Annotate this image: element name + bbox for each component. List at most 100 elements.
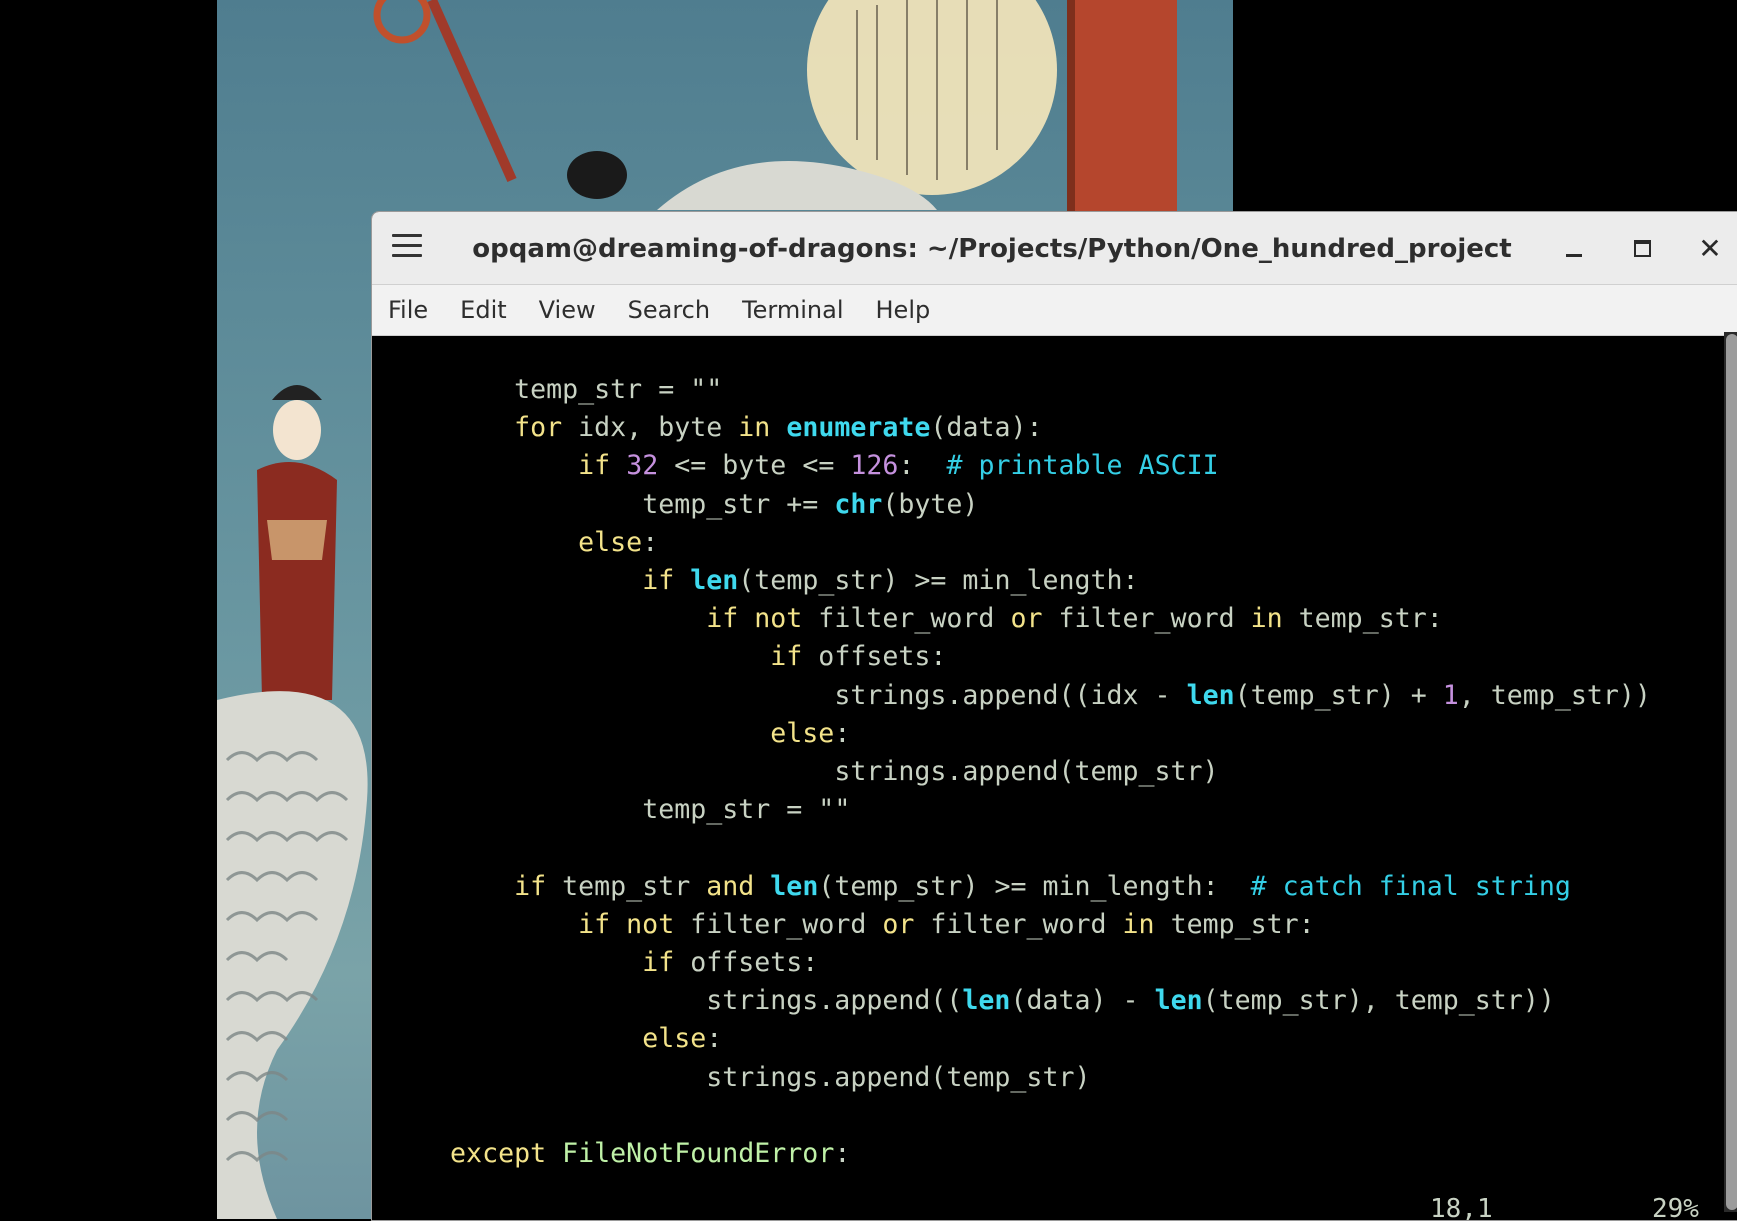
scrollbar[interactable] [1724,332,1737,1212]
code-token: strings.append(temp_str) [706,1061,1091,1093]
code-token: temp_str: [1282,603,1443,635]
code-token: except [450,1138,547,1169]
title-bar[interactable]: opqam@dreaming-of-dragons: ~/Projects/Py… [372,212,1737,285]
code-line: else: [386,1020,722,1058]
code-token: or [1010,603,1043,635]
code-line: else: [386,524,658,562]
code-token: (temp_str) + [1234,679,1443,711]
code-token: else [642,1023,707,1055]
code-line: strings.append((len(data) - len(temp_str… [386,982,1555,1020]
menu-search[interactable]: Search [628,296,710,324]
code-token: : [834,1138,851,1169]
code-line: if temp_str and len(temp_str) >= min_len… [386,868,1571,906]
code-token: len [1154,985,1203,1017]
code-token: else [770,717,835,749]
code-token: strings.append((idx - [834,679,1187,711]
code-token: in [1122,908,1155,940]
code-line: strings.append(temp_str) [386,1059,1090,1097]
code-token: else [578,526,643,558]
code-token: (temp_str), temp_str)) [1202,985,1555,1017]
menu-terminal[interactable]: Terminal [742,296,843,324]
code-line: temp_str += chr(byte) [386,486,978,524]
code-token: filter_word [1042,603,1251,635]
code-token: 1 [1442,679,1459,711]
code-token: len [1186,679,1235,711]
code-token: : [642,526,659,558]
code-token: temp_str = "" [642,794,851,826]
scroll-percent: 29% [1652,1194,1699,1221]
code-line: if offsets: [386,638,946,676]
maximize-icon [1633,239,1651,257]
close-button[interactable]: ✕ [1694,231,1726,265]
code-line: temp_str = "" [386,791,850,829]
code-token: for [514,412,563,444]
code-token: if [642,565,675,596]
code-line: strings.append((idx - len(temp_str) + 1,… [386,677,1651,715]
code-line: except FileNotFoundError: [386,1135,850,1173]
menu-help[interactable]: Help [876,296,931,324]
code-token: # catch final string [1250,870,1571,902]
code-token: FileNotFoundError [562,1138,835,1169]
minimize-button[interactable] [1558,232,1590,264]
code-token: temp_str [546,870,707,902]
code-token: : [834,717,851,749]
code-token: # printable ASCII [946,450,1219,482]
code-token: temp_str: [1154,908,1315,940]
menu-edit[interactable]: Edit [460,296,506,324]
code-token: : [706,1023,723,1055]
code-token: (temp_str) >= min_length: [738,565,1139,596]
code-token: if [642,947,675,978]
code-token: (byte) [882,488,979,520]
code-token: and [706,870,755,902]
code-token: , temp_str)) [1458,679,1651,711]
maximize-button[interactable] [1626,232,1658,264]
terminal-content[interactable]: 18,1 29% temp_str = "" for idx, byte in … [372,336,1737,1221]
menu-bar: File Edit View Search Terminal Help [372,285,1737,336]
code-token: idx, byte [562,412,739,444]
close-icon: ✕ [1698,231,1722,265]
code-token: temp_str += [642,488,835,520]
window-title: opqam@dreaming-of-dragons: ~/Projects/Py… [472,234,1512,264]
code-token: filter_word [674,908,883,940]
code-token: enumerate [786,412,931,444]
code-token: temp_str = "" [514,374,723,405]
code-token: 32 [626,450,659,482]
menu-file[interactable]: File [388,296,428,324]
code-token: offsets: [674,947,819,978]
code-token: filter_word [914,908,1123,940]
minimize-icon [1566,253,1582,257]
code-token: offsets: [802,641,947,673]
terminal-window: opqam@dreaming-of-dragons: ~/Projects/Py… [371,211,1737,1221]
code-line: if offsets: [386,944,818,982]
scroll-thumb[interactable] [1726,334,1737,1210]
code-token: (temp_str) >= min_length: [818,870,1251,902]
code-token: if not [706,603,803,635]
code-token: <= byte <= [658,450,851,482]
code-line: temp_str = "" [386,371,722,409]
code-token: filter_word [802,603,1011,635]
code-token: len [962,985,1011,1017]
menu-view[interactable]: View [539,296,596,324]
code-token: 126 [850,450,899,482]
